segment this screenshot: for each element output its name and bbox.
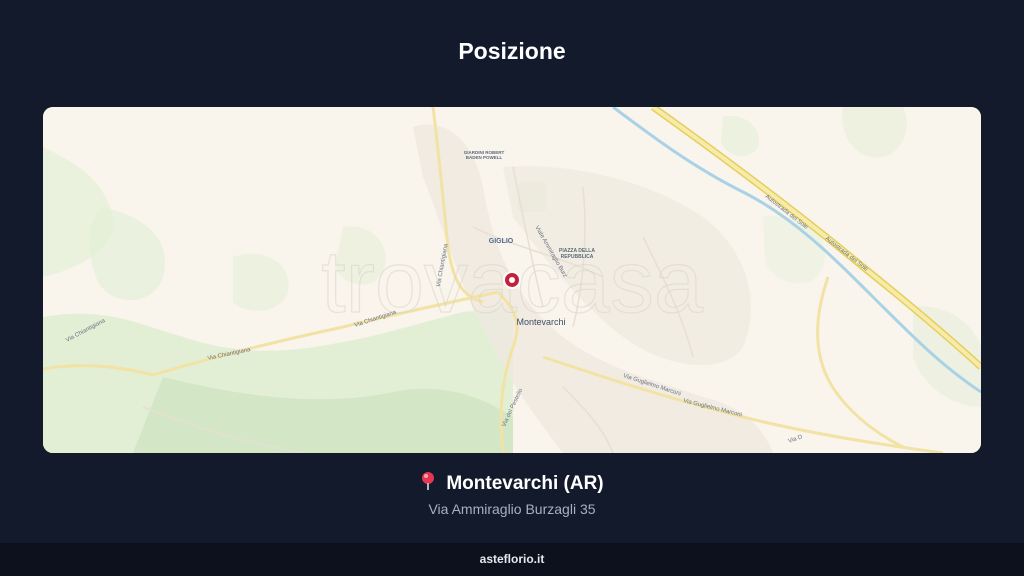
footer-bar: asteflorio.it [0,543,1024,576]
location-name: Montevarchi (AR) [446,473,604,494]
location-marker[interactable] [503,271,521,289]
map-view[interactable]: trovacasa Montevarchi GIGLIO PIAZZA DELL… [43,107,981,453]
district-label-giglio: GIGLIO [489,238,514,245]
footer-site-link[interactable]: asteflorio.it [0,543,1024,576]
map-pin-icon [420,471,436,497]
location-heading: Montevarchi (AR) [0,471,1024,497]
park-label-line2: BADEN POWELL [466,155,503,160]
square-label-line2: REPUBBLICA [561,254,594,260]
page-title: Posizione [458,38,566,64]
city-label: Montevarchi [516,317,565,327]
location-address: Via Ammiraglio Burzagli 35 [428,501,596,517]
